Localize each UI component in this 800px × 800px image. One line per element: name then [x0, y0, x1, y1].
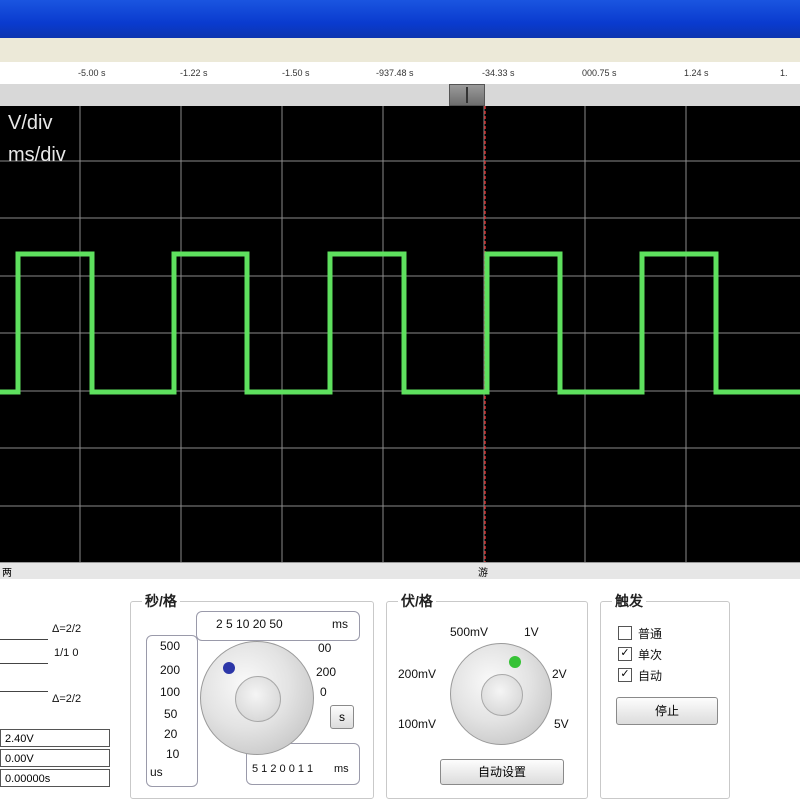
timebase-left-scale: 50	[164, 707, 178, 721]
voltage-scale-label: 2V	[552, 667, 567, 681]
slider-thumb[interactable]	[449, 84, 485, 106]
delta-label-top: Δ=2/2	[52, 623, 82, 635]
voltage-scale-label: 5V	[554, 717, 569, 731]
trigger-auto-label: 自动	[638, 669, 663, 683]
voltage-readout-1: 2.40V	[0, 729, 110, 747]
timebase-bottom-scale: 5 1 2 0 0 1 1	[252, 763, 314, 775]
timebase-left-scale: 20	[164, 727, 178, 741]
trigger-auto-checkbox[interactable]: ✓	[618, 668, 632, 682]
stop-button[interactable]: 停止	[616, 697, 718, 725]
scope-canvas	[0, 106, 800, 562]
trigger-position-slider[interactable]	[0, 84, 800, 107]
ruler-tick: -1.50 s	[282, 68, 310, 78]
ruler-tick: -1.22 s	[180, 68, 208, 78]
voltage-readout-2: 0.00V	[0, 749, 110, 767]
trigger-normal-label: 普通	[638, 627, 663, 641]
ruler-tick: -34.33 s	[482, 68, 515, 78]
control-panel: Δ=2/2 1/1 0 Δ=2/2 2.40V 0.00V 0.00000s 秒…	[0, 579, 800, 800]
ruler-tick: 000.75 s	[582, 68, 617, 78]
measurement-value: 1/1 0	[54, 647, 79, 659]
ruler-tick: 1.24 s	[684, 68, 709, 78]
timebase-left-scale: 10	[166, 747, 180, 761]
timebase-step-button[interactable]: s	[330, 705, 354, 729]
delta-label-bottom: Δ=2/2	[52, 693, 82, 705]
timebase-bottom-unit: ms	[334, 763, 349, 775]
timebase-left-unit: us	[150, 765, 163, 779]
voltage-title: 伏/格	[398, 591, 436, 611]
square-wave-trace	[0, 251, 800, 395]
divider	[0, 691, 48, 692]
timebase-title: 秒/格	[142, 591, 180, 611]
voltage-knob-indicator	[509, 656, 521, 668]
bottom-strip-left-text: 两	[2, 568, 12, 579]
trigger-single-label: 单次	[638, 648, 663, 662]
voltage-knob[interactable]	[450, 643, 552, 745]
volts-per-div-label: V/div	[8, 112, 53, 134]
time-ruler: -5.00 s -1.22 s -1.50 s -937.48 s -34.33…	[0, 62, 800, 85]
trigger-single-checkbox[interactable]: ✓	[618, 647, 632, 661]
voltage-scale-label: 500mV	[450, 625, 489, 639]
timebase-right-scale: 00	[318, 641, 332, 655]
ruler-tick: -937.48 s	[376, 68, 414, 78]
menu-strip	[0, 38, 800, 63]
ruler-tick: 1.	[780, 68, 788, 78]
scope-bottom-strip: 两 游	[0, 562, 800, 580]
window-title-bar	[0, 0, 800, 38]
divider	[0, 663, 48, 664]
divider	[0, 639, 48, 640]
auto-setup-button[interactable]: 自动设置	[440, 759, 564, 785]
time-readout: 0.00000s	[0, 769, 110, 787]
timebase-top-unit: ms	[332, 617, 348, 631]
timebase-right-scale: 200	[316, 665, 337, 679]
time-per-div-label: ms/div	[8, 144, 66, 166]
voltage-scale-label: 200mV	[398, 667, 437, 681]
timebase-top-scale: 2 5 10 20 50	[216, 617, 283, 631]
ruler-tick: -5.00 s	[78, 68, 106, 78]
trigger-title: 触发	[612, 591, 646, 611]
timebase-knob-center	[235, 676, 281, 722]
timebase-knob[interactable]	[200, 641, 314, 755]
bottom-strip-center-text: 游	[478, 568, 488, 579]
timebase-left-scale: 200	[160, 663, 181, 677]
timebase-right-scale: 0	[320, 685, 327, 699]
timebase-left-scale: 500	[160, 639, 181, 653]
voltage-scale-label: 100mV	[398, 717, 437, 731]
voltage-knob-center	[481, 674, 523, 716]
trigger-normal-checkbox[interactable]	[618, 626, 632, 640]
oscilloscope-screen: V/div ms/div	[0, 106, 800, 562]
voltage-scale-label: 1V	[524, 625, 539, 639]
timebase-knob-indicator	[223, 662, 235, 674]
timebase-left-scale: 100	[160, 685, 181, 699]
